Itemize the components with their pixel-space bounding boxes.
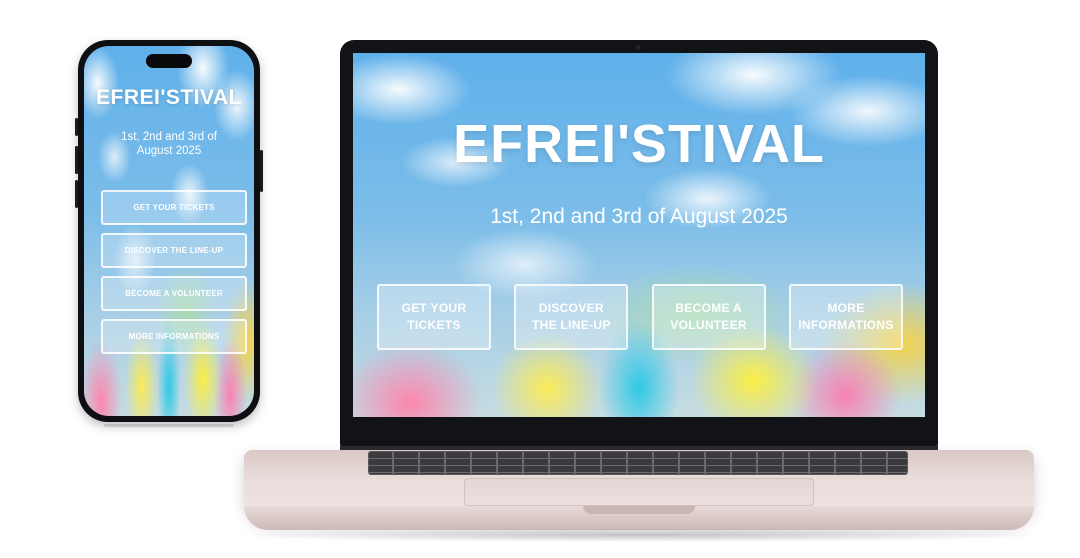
desktop-more-informations-button[interactable]: MORE INFORMATIONS bbox=[788, 284, 903, 350]
smartphone-mockup: EFREI'STIVAL 1st, 2nd and 3rd of August … bbox=[75, 40, 263, 422]
desktop-discover-lineup-button[interactable]: DISCOVER THE LINE-UP bbox=[514, 284, 629, 350]
laptop-screen: EFREI'STIVAL 1st, 2nd and 3rd of August … bbox=[353, 53, 925, 417]
desktop-get-tickets-button[interactable]: GET YOUR TICKETS bbox=[377, 284, 491, 350]
laptop-camera bbox=[636, 45, 641, 50]
mobile-site-title: EFREI'STIVAL bbox=[96, 86, 242, 109]
mobile-festival-dates: 1st, 2nd and 3rd of August 2025 bbox=[121, 131, 217, 157]
mobile-become-volunteer-button[interactable]: BECOME A VOLUNTEER bbox=[101, 276, 247, 311]
mobile-button-group: GET YOUR TICKETS DISCOVER THE LINE-UP BE… bbox=[101, 190, 247, 354]
mobile-more-informations-button[interactable]: MORE INFORMATIONS bbox=[101, 319, 247, 354]
laptop-trackpad bbox=[464, 478, 814, 506]
laptop-opening-notch bbox=[583, 506, 695, 514]
desktop-become-volunteer-button[interactable]: BECOME A VOLUNTEER bbox=[651, 284, 766, 350]
laptop-shadow bbox=[230, 528, 1050, 542]
desktop-button-group: GET YOUR TICKETS DISCOVER THE LINE-UP BE… bbox=[377, 284, 903, 350]
phone-power-button bbox=[260, 150, 263, 192]
phone-side-button bbox=[75, 118, 78, 136]
desktop-site-title: EFREI'STIVAL bbox=[453, 114, 825, 174]
laptop-keyboard bbox=[368, 451, 908, 475]
phone-dynamic-island bbox=[146, 54, 192, 68]
phone-screen: EFREI'STIVAL 1st, 2nd and 3rd of August … bbox=[84, 46, 254, 416]
mobile-get-tickets-button[interactable]: GET YOUR TICKETS bbox=[101, 190, 247, 225]
phone-shadow bbox=[104, 424, 234, 427]
phone-volume-up-button bbox=[75, 146, 78, 174]
phone-volume-down-button bbox=[75, 180, 78, 208]
desktop-festival-dates: 1st, 2nd and 3rd of August 2025 bbox=[490, 205, 788, 228]
mobile-discover-lineup-button[interactable]: DISCOVER THE LINE-UP bbox=[101, 233, 247, 268]
